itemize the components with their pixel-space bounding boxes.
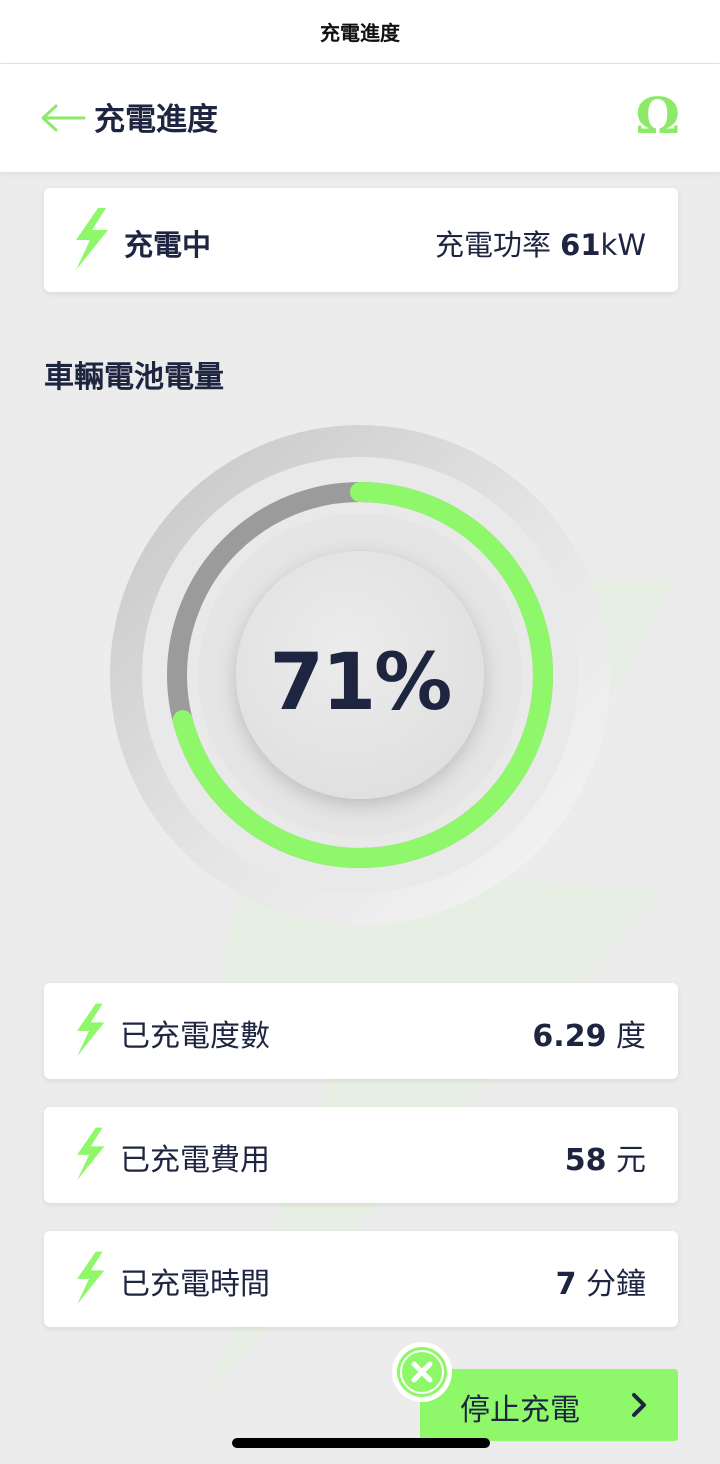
battery-percent: 71%	[269, 638, 453, 728]
stat-unit: 度	[616, 1019, 646, 1054]
nav-header: 充電進度 Ω	[0, 64, 720, 172]
back-button[interactable]	[40, 100, 88, 136]
lightning-bolt-icon	[76, 208, 108, 270]
battery-section-title: 車輛電池電量	[44, 360, 224, 395]
stat-value: 7 分鐘	[556, 1259, 646, 1303]
lightning-bolt-icon	[77, 1127, 105, 1181]
page-title: 充電進度	[94, 102, 218, 138]
stat-label: 已充電費用	[120, 1143, 270, 1178]
charging-status-card: 充電中 充電功率 61kW	[44, 188, 678, 292]
arrow-left-icon	[41, 104, 86, 132]
close-circle-icon[interactable]	[392, 1342, 452, 1402]
stat-number: 6.29	[532, 1019, 607, 1054]
charging-status-label: 充電中	[124, 228, 212, 262]
stat-label: 已充電度數	[120, 1019, 270, 1054]
stat-card-energy: 已充電度數 6.29 度	[44, 983, 678, 1079]
power-value: 61	[560, 228, 601, 262]
stat-number: 7	[555, 1267, 577, 1302]
power-unit: kW	[600, 228, 646, 262]
stat-number: 58	[564, 1143, 607, 1178]
lightning-bolt-icon	[77, 1251, 105, 1305]
omega-icon[interactable]: Ω	[635, 86, 680, 146]
stat-value: 58 元	[565, 1135, 646, 1179]
chevron-right-icon	[632, 1393, 646, 1417]
close-circle-glyph	[397, 1347, 447, 1397]
stop-charging-label: 停止充電	[460, 1393, 580, 1428]
stat-card-cost: 已充電費用 58 元	[44, 1107, 678, 1203]
stat-unit: 元	[616, 1143, 646, 1178]
system-title-bar: 充電進度	[0, 0, 720, 64]
home-indicator	[232, 1438, 490, 1448]
stat-unit: 分鐘	[586, 1267, 646, 1302]
charging-power: 充電功率 61kW	[435, 222, 646, 264]
stat-card-time: 已充電時間 7 分鐘	[44, 1231, 678, 1327]
stop-charging-button[interactable]: 停止充電	[420, 1369, 678, 1441]
lightning-bolt-icon	[77, 1003, 105, 1057]
stat-value: 6.29 度	[532, 1011, 646, 1055]
stat-label: 已充電時間	[120, 1267, 270, 1302]
power-label: 充電功率	[434, 228, 551, 262]
system-title: 充電進度	[320, 21, 400, 45]
